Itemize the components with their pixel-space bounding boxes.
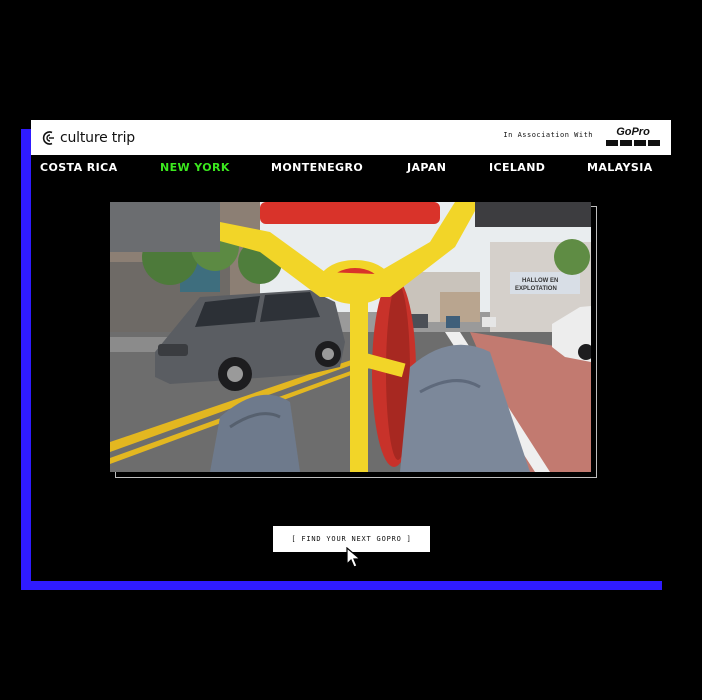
gopro-logo[interactable]: GoPro	[606, 127, 660, 148]
nav-item-malaysia[interactable]: MALAYSIA	[587, 161, 653, 174]
accent-bar-horizontal	[21, 580, 662, 590]
gopro-logo-text: GoPro	[616, 126, 650, 138]
svg-text:EXPLOTATION: EXPLOTATION	[515, 286, 557, 292]
video-player[interactable]: HALLOW EN EXPLOTATION	[110, 202, 591, 472]
nav-item-japan[interactable]: JAPAN	[407, 161, 446, 174]
site-header: culture trip In Association With GoPro	[31, 120, 671, 155]
mouse-pointer-icon	[346, 547, 362, 568]
svg-text:HALLOW EN: HALLOW EN	[522, 278, 558, 284]
nav-item-new-york[interactable]: NEW YORK	[160, 161, 230, 174]
brand-logo[interactable]: culture trip	[40, 127, 135, 149]
nav-item-costa-rica[interactable]: COSTA RICA	[40, 161, 118, 174]
destination-nav: COSTA RICA NEW YORK MONTENEGRO JAPAN ICE…	[31, 156, 671, 180]
bike-ride-video-still: HALLOW EN EXPLOTATION	[110, 202, 591, 472]
site-window: culture trip In Association With GoPro C…	[31, 120, 671, 581]
brand-name: culture trip	[60, 130, 135, 146]
gopro-logo-bars-icon	[606, 140, 660, 146]
association-text: In Association With	[503, 131, 593, 139]
nav-item-iceland[interactable]: ICELAND	[489, 161, 545, 174]
culture-trip-logo-icon	[42, 131, 54, 145]
nav-item-montenegro[interactable]: MONTENEGRO	[271, 161, 363, 174]
